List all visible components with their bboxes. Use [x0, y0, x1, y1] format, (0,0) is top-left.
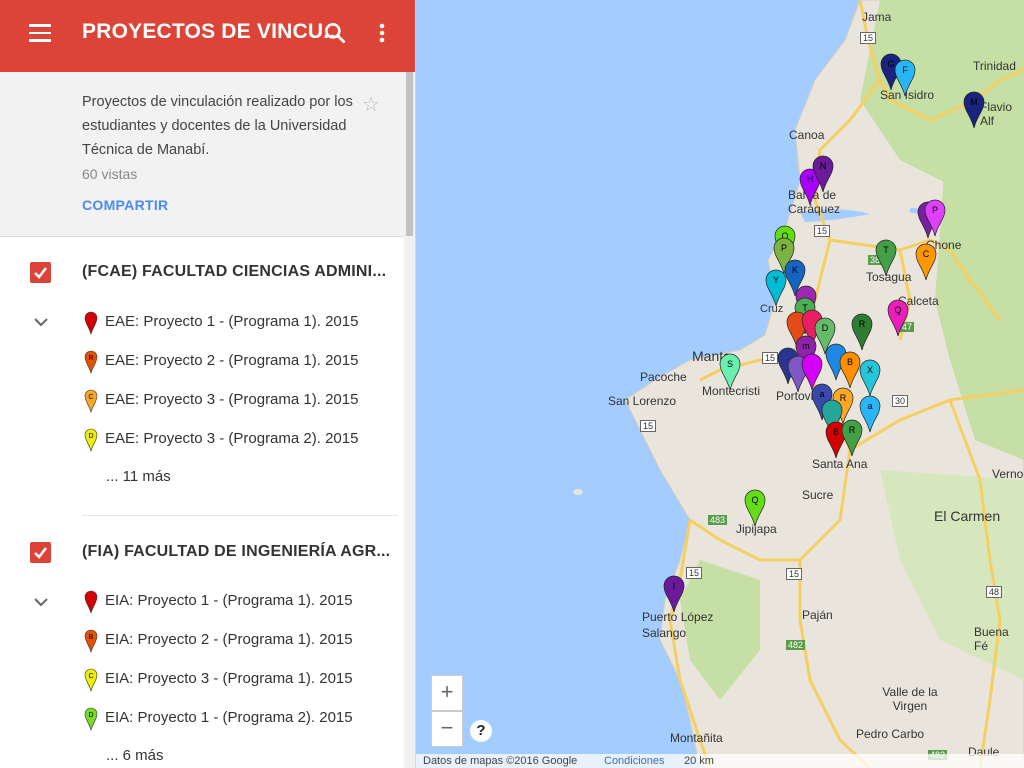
map-marker[interactable]: F [894, 59, 916, 97]
svg-text:D: D [822, 323, 829, 333]
svg-text:Q: Q [894, 305, 901, 315]
svg-text:B: B [847, 357, 853, 367]
svg-text:K: K [792, 265, 798, 275]
map-description-card: Proyectos de vinculación realizado por l… [0, 72, 404, 237]
help-button[interactable]: ? [470, 720, 492, 742]
chevron-down-icon[interactable] [33, 596, 49, 608]
legend-item-label: EIA: Proyecto 2 - (Programa 1). 2015 [105, 631, 353, 648]
map-canvas[interactable]: Jama San Isidro Trinidad Flavio Alf Cano… [416, 0, 1024, 768]
svg-text:D: D [88, 712, 93, 719]
legend-item-label: EAE: Proyecto 2 - (Programa 1). 2015 [105, 352, 359, 369]
more-vert-icon[interactable] [372, 20, 392, 46]
map-pin-icon: C [84, 389, 98, 413]
svg-text:B: B [89, 634, 94, 641]
map-title: PROYECTOS DE VINCU... [82, 20, 342, 43]
svg-text:S: S [727, 359, 733, 369]
search-icon[interactable] [322, 20, 348, 46]
map-pin-icon: R [84, 350, 98, 374]
svg-text:M: M [970, 97, 978, 107]
more-items-link[interactable]: ... 6 más [106, 747, 164, 764]
svg-text:P: P [932, 205, 938, 215]
map-pin-icon [84, 590, 98, 614]
svg-text:Q: Q [751, 495, 758, 505]
svg-text:H: H [807, 174, 814, 184]
layer-checkbox[interactable] [30, 542, 51, 563]
map-marker[interactable]: Y [765, 269, 787, 307]
layer-checkbox[interactable] [30, 262, 51, 283]
svg-text:G: G [887, 59, 894, 69]
sidebar-panel: PROYECTOS DE VINCU... Proyectos de vincu… [0, 0, 416, 768]
svg-text:X: X [867, 365, 873, 375]
legend-item-label: EIA: Proyecto 1 - (Programa 1). 2015 [105, 592, 353, 609]
map-pin-icon: C [84, 668, 98, 692]
legend-item-label: EIA: Proyecto 3 - (Programa 1). 2015 [105, 670, 353, 687]
svg-text:Y: Y [773, 275, 779, 285]
star-outline-icon[interactable]: ☆ [362, 92, 380, 117]
map-pin-icon: D [84, 707, 98, 731]
map-pin-icon: B [84, 629, 98, 653]
map-pin-icon: D [84, 428, 98, 452]
svg-text:C: C [88, 394, 93, 401]
share-button[interactable]: COMPARTIR [82, 197, 168, 213]
map-data-credit: Datos de mapas ©2016 Google [423, 755, 578, 767]
map-marker[interactable]: R [851, 313, 873, 351]
legend-item-label: EAE: Proyecto 1 - (Programa 1). 2015 [105, 313, 359, 330]
map-marker[interactable]: S [719, 353, 741, 391]
svg-text:F: F [902, 65, 908, 75]
svg-text:a: a [819, 389, 824, 399]
map-marker[interactable]: C [915, 243, 937, 281]
map-marker[interactable]: Q [887, 299, 909, 337]
map-marker[interactable]: a [859, 395, 881, 433]
map-marker[interactable]: R [841, 419, 863, 457]
more-items-link[interactable]: ... 11 más [106, 468, 171, 485]
svg-text:a: a [867, 401, 872, 411]
map-marker[interactable]: M [963, 91, 985, 129]
svg-text:m: m [802, 341, 810, 351]
hamburger-menu-icon[interactable] [29, 24, 51, 46]
view-count: 60 vistas [82, 166, 138, 182]
svg-text:I: I [673, 581, 676, 591]
legend-item-label: EIA: Proyecto 1 - (Programa 2). 2015 [105, 709, 353, 726]
svg-text:N: N [820, 161, 827, 171]
map-marker[interactable]: I [663, 575, 685, 613]
layer-fia: (FIA) FACULTAD DE INGENIERÍA AGR... EIA:… [0, 516, 404, 768]
legend-item-label: EAE: Proyecto 3 - (Programa 1). 2015 [105, 391, 359, 408]
marker-layer: G F M H N O P P T C K Y T D R Q m B X S … [663, 53, 985, 613]
svg-text:R: R [88, 355, 93, 362]
zoom-in-button[interactable]: + [431, 675, 463, 711]
app-header: PROYECTOS DE VINCU... [0, 0, 415, 72]
svg-text:R: R [840, 393, 847, 403]
sidebar-scrollbar-thumb[interactable] [406, 72, 413, 236]
terms-link[interactable]: Condiciones [604, 755, 665, 767]
map-marker[interactable]: B [839, 351, 861, 389]
layer-name[interactable]: (FCAE) FACULTAD CIENCIAS ADMINI... [82, 263, 386, 281]
layer-name[interactable]: (FIA) FACULTAD DE INGENIERÍA AGR... [82, 543, 390, 561]
map-marker[interactable]: Q [744, 489, 766, 527]
svg-text:P: P [781, 243, 787, 253]
svg-text:D: D [88, 433, 93, 440]
map-marker[interactable]: T [875, 239, 897, 277]
layer-fcae: (FCAE) FACULTAD CIENCIAS ADMINI... EAE: … [0, 236, 404, 516]
zoom-out-button[interactable]: − [431, 711, 463, 747]
map-pin-icon [84, 311, 98, 335]
svg-text:R: R [859, 319, 866, 329]
svg-text:C: C [88, 673, 93, 680]
svg-text:C: C [923, 249, 930, 259]
map-attribution: Datos de mapas ©2016 Google Condiciones … [416, 754, 1024, 768]
chevron-down-icon[interactable] [33, 316, 49, 328]
scale-label: 20 km [684, 755, 714, 767]
legend-item-label: EAE: Proyecto 3 - (Programa 2). 2015 [105, 430, 359, 447]
map-description: Proyectos de vinculación realizado por l… [82, 94, 353, 158]
map-marker[interactable]: X [859, 359, 881, 397]
svg-text:T: T [883, 245, 889, 255]
svg-text:B: B [833, 427, 839, 437]
svg-text:R: R [849, 425, 856, 435]
